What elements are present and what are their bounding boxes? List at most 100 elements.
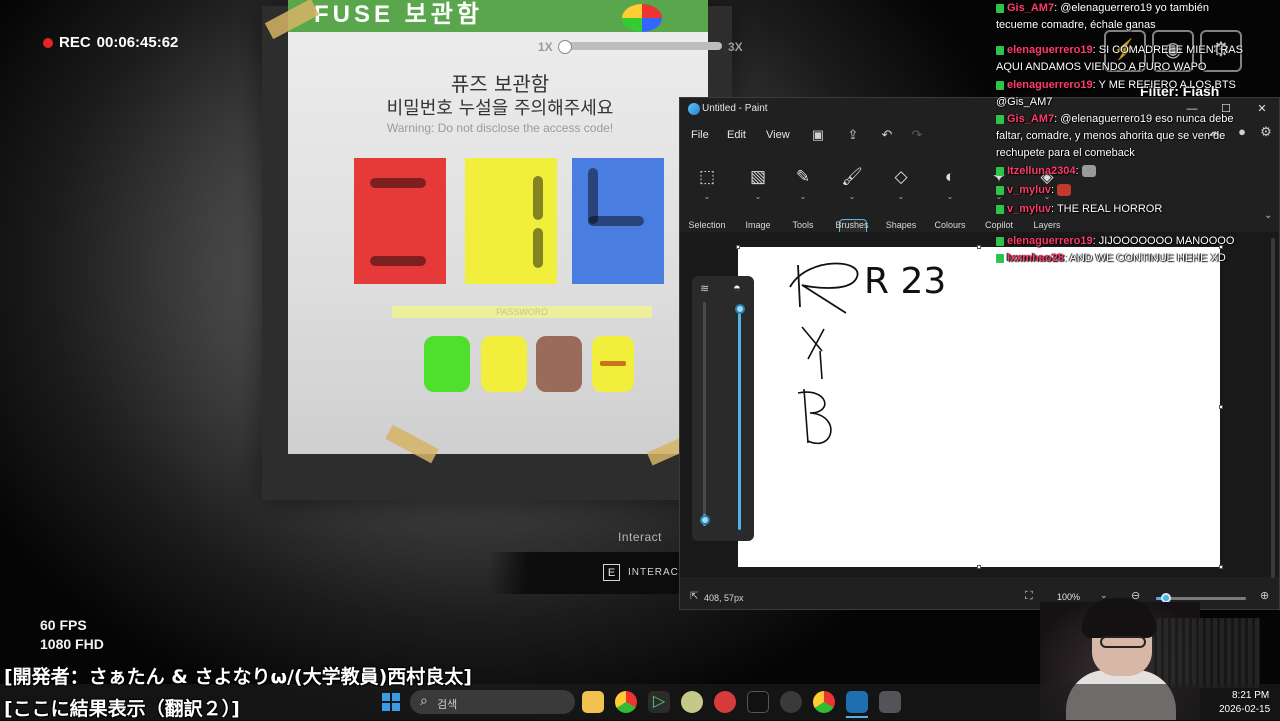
subtitle-line-2: [ここに結果表示（翻訳２）] xyxy=(4,698,240,720)
fps-line: 60 FPS xyxy=(40,617,87,633)
ribbon-label: Layers xyxy=(1033,220,1061,230)
subtitle-line-1: [開発者：さぁたん & さよなりω/(大学教員)西村良太] xyxy=(4,666,472,688)
game-taskbar-icon[interactable] xyxy=(879,691,901,713)
size-slider-track[interactable] xyxy=(703,302,706,526)
share-icon[interactable]: ⇪ xyxy=(845,127,861,143)
stroke-xy xyxy=(801,326,825,380)
ribbon-shapes[interactable]: ◇ ⌄ Shapes xyxy=(876,160,926,230)
glasses-icon xyxy=(1100,636,1146,648)
opacity-slider-knob[interactable] xyxy=(735,304,745,314)
chat-message: v_myluv: THE REAL HORROR xyxy=(996,201,1254,218)
drawing-canvas[interactable]: R 23 xyxy=(738,247,1220,567)
ribbon-image[interactable]: ▧ ⌄ Image xyxy=(733,160,783,230)
opacity-slider-fill[interactable] xyxy=(738,306,741,530)
menu-view[interactable]: View xyxy=(766,129,790,141)
zoom-level-track xyxy=(562,42,722,50)
rec-time: 00:06:45:62 xyxy=(96,34,179,51)
badge-icon xyxy=(996,166,1004,176)
drawing-strokes: R 23 xyxy=(789,261,946,444)
chat-username: Gis_AM7 xyxy=(1007,113,1055,125)
clock-date[interactable]: 2026-02-15 xyxy=(1219,704,1270,715)
password-button-yellow-dash[interactable] xyxy=(592,336,634,392)
start-button[interactable] xyxy=(382,693,400,711)
rec-label: REC xyxy=(59,34,91,51)
ribbon-brushes[interactable]: 🖌 ⌄ Brushes xyxy=(827,160,877,230)
chrome-icon[interactable] xyxy=(615,691,637,713)
resolution-line: 1080 FHD xyxy=(40,636,104,652)
obs-icon[interactable] xyxy=(780,691,802,713)
menu-edit[interactable]: Edit xyxy=(727,129,746,141)
chat-username: elenaguerrero19 xyxy=(1007,79,1093,91)
window-title: Untitled - Paint xyxy=(702,103,768,114)
chat-username: v_myluv xyxy=(1007,184,1052,196)
creative-cloud-icon[interactable] xyxy=(714,691,736,713)
brush-settings-panel: ≋ ◓ xyxy=(692,276,754,541)
file-explorer-icon[interactable] xyxy=(582,691,604,713)
ribbon-tools[interactable]: ✎ ⌄ Tools xyxy=(778,160,828,230)
chevron-down-icon: ⌄ xyxy=(946,192,954,201)
paint-app-icon xyxy=(688,103,700,115)
size-slider-knob[interactable] xyxy=(700,515,710,525)
palette-icon: ◐ xyxy=(944,167,956,186)
zoom-in-icon[interactable]: ⊕ xyxy=(1260,589,1269,602)
menu-file[interactable]: File xyxy=(691,129,709,141)
badge-icon xyxy=(996,185,1004,195)
save-icon[interactable]: ▣ xyxy=(810,127,826,143)
taskbar-search[interactable] xyxy=(410,690,575,714)
undo-icon[interactable]: ↶ xyxy=(879,127,895,143)
badge-icon xyxy=(996,114,1004,124)
chat-message: Gis_AM7: @elenaguerrero19 yo también tec… xyxy=(996,2,1209,31)
chat-message: Gis_AM7: @elenaguerrero19 eso nunca debe… xyxy=(996,113,1234,159)
fuse-card-yellow xyxy=(465,158,557,284)
chevron-down-icon: ⌄ xyxy=(897,192,905,201)
tools-icon: ✎ xyxy=(795,167,811,186)
chat-message: Itzelluna2304: xyxy=(996,163,1254,180)
chat-message: elenaguerrero19: JIJOOOOOOO MANOOOO xyxy=(996,233,1254,250)
password-button-brown[interactable] xyxy=(536,336,582,392)
canvas-handle[interactable] xyxy=(977,565,981,569)
vertical-scrollbar[interactable] xyxy=(1271,238,1275,578)
chevron-down-icon: ⌄ xyxy=(754,192,762,201)
app-icon[interactable] xyxy=(681,691,703,713)
cursor-coordinates: 408, 57px xyxy=(704,593,744,603)
interact-key-icon: E xyxy=(603,564,620,581)
password-button-yellow[interactable] xyxy=(481,336,527,392)
interact-prompt: INTERACT xyxy=(628,567,686,578)
clock-time[interactable]: 8:21 PM xyxy=(1232,690,1269,701)
chat-username: elenaguerrero19 xyxy=(1007,235,1093,247)
fit-screen-icon[interactable]: ⛶ xyxy=(1025,590,1033,603)
redo-icon[interactable]: ↷ xyxy=(909,127,925,143)
ribbon-colours[interactable]: ◐ ⌄ Colours xyxy=(925,160,975,230)
shapes-icon: ◇ xyxy=(894,167,908,186)
stroke-b xyxy=(797,388,832,444)
chat-username: Itzelluna2304 xyxy=(1007,165,1076,177)
capcut-icon[interactable] xyxy=(747,691,769,713)
chat-message: lxxmhao28: AND WE CONTINUE HEHE XD xyxy=(996,250,1254,267)
canvas-handle[interactable] xyxy=(1219,565,1223,569)
canvas-handle[interactable] xyxy=(736,245,740,249)
record-dot-icon xyxy=(43,37,53,48)
zoom-max-label: 3X xyxy=(728,40,743,54)
image-icon: ▧ xyxy=(749,167,767,186)
password-button-green[interactable] xyxy=(424,336,470,392)
paint-taskbar-icon[interactable] xyxy=(846,691,868,713)
password-label: PASSWORD xyxy=(392,306,652,318)
drawn-text: R 23 xyxy=(864,261,946,302)
selection-icon: ⬚ xyxy=(698,167,716,186)
canvas-handle[interactable] xyxy=(977,245,981,249)
canvas-handle[interactable] xyxy=(1219,405,1223,409)
zoom-value[interactable]: 100% xyxy=(1057,592,1080,602)
search-icon: ⌕ xyxy=(420,692,428,708)
settings-icon[interactable]: ⚙ xyxy=(1258,124,1274,140)
badge-icon xyxy=(996,80,1004,90)
opacity-icon: ◓ xyxy=(733,280,741,295)
emote-icon xyxy=(1057,184,1072,197)
ribbon-selection[interactable]: ⬚ ⌄ Selection xyxy=(682,160,732,230)
badge-icon xyxy=(996,45,1004,55)
chat-username: Gis_AM7 xyxy=(1007,2,1055,14)
terminal-icon[interactable]: ▷ xyxy=(648,691,670,713)
chat-text: AND WE CONTINUE HEHE XD xyxy=(1069,252,1226,264)
ribbon-expand-icon[interactable]: ⌄ xyxy=(1264,210,1272,221)
chat-username: elenaguerrero19 xyxy=(1007,44,1093,56)
chrome-icon[interactable] xyxy=(813,691,835,713)
